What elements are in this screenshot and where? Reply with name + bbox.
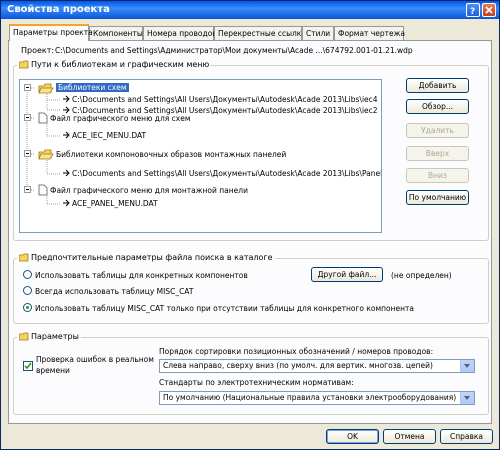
ok-button[interactable]: OK	[326, 429, 379, 444]
default-button[interactable]: По умолчанию	[406, 190, 469, 205]
libraries-group-header: Пути к библиотекам и графическим меню	[17, 60, 212, 69]
tab-project-settings[interactable]: Параметры проекта	[9, 24, 93, 41]
catalog-group-header: Предпочтительные параметры файла поиска …	[17, 253, 275, 262]
cancel-button[interactable]: Отмена	[383, 429, 436, 444]
sort-order-label: Порядок сортировки позиционных обозначен…	[159, 347, 434, 356]
folder-icon	[19, 60, 29, 69]
chevron-down-icon[interactable]	[460, 360, 474, 372]
tab-styles[interactable]: Стили	[302, 26, 334, 40]
tab-wire-numbers[interactable]: Номера проводов	[143, 26, 217, 40]
path-arrow-icon	[63, 95, 70, 103]
standards-value: По умолчанию (Национальные правила устан…	[163, 393, 457, 402]
collapse-toggle[interactable]	[24, 186, 31, 193]
add-button[interactable]: Добавить	[406, 78, 469, 93]
project-properties-dialog: Свойства проекта ? Параметры проекта Ком…	[0, 0, 500, 450]
standards-select[interactable]: По умолчанию (Национальные правила устан…	[159, 391, 475, 405]
browse-button[interactable]: Обзор...	[406, 99, 469, 114]
catalog-group-title: Предпочтительные параметры файла поиска …	[31, 253, 273, 262]
help-button[interactable]: Справка	[440, 429, 493, 444]
path-arrow-icon	[63, 169, 70, 177]
project-label: Проект:	[21, 46, 55, 55]
tree-node-file[interactable]: ACE_PANEL_MENU.DAT	[72, 198, 158, 209]
tree-node-file[interactable]: ACE_IEC_MENU.DAT	[72, 130, 146, 141]
collapse-toggle[interactable]	[24, 114, 31, 121]
tab-components[interactable]: Компоненты	[89, 26, 143, 40]
path-arrow-icon	[63, 131, 70, 139]
delete-button[interactable]: Удалить	[406, 123, 469, 138]
error-check-label-line1: Проверка ошибок в реальном	[36, 355, 154, 364]
close-title-button[interactable]	[482, 3, 496, 17]
close-icon	[485, 6, 493, 14]
radio-label: Использовать таблицу MISC_CAT только при…	[35, 304, 415, 313]
project-path: C:\Documents and Settings\Администратор\…	[55, 46, 413, 55]
folder-icon	[19, 253, 29, 262]
tab-cross-references[interactable]: Перекрестные ссылки	[214, 26, 306, 40]
path-arrow-icon	[63, 199, 70, 207]
other-file-status: (не определен)	[391, 271, 452, 280]
tree-node-path[interactable]: C:\Documents and Settings\All Users\Доку…	[72, 94, 378, 105]
tree-node-panel-menu[interactable]: Файл графического меню для монтажной пан…	[50, 185, 248, 196]
radio-specific-tables[interactable]	[23, 270, 32, 279]
radio-label: Использовать таблицы для конкретных комп…	[35, 271, 248, 280]
collapse-toggle[interactable]	[24, 150, 31, 157]
radio-label: Всегда использовать таблицу MISC_CAT	[35, 287, 194, 296]
other-file-button[interactable]: Другой файл...	[311, 267, 383, 282]
document-icon	[38, 112, 48, 124]
tree-node-panel-libraries[interactable]: Библиотеки компоновочных образов монтажн…	[56, 149, 286, 160]
document-icon	[38, 184, 48, 196]
question-icon: ?	[470, 7, 475, 14]
collapse-toggle[interactable]	[24, 84, 31, 91]
svg-text:?: ?	[470, 7, 475, 14]
tab-drawing-format[interactable]: Формат чертежа	[334, 26, 405, 40]
tree-node-schematic-menu[interactable]: Файл графического меню для схем	[50, 113, 190, 124]
title-bar[interactable]: Свойства проекта ?	[1, 1, 499, 19]
window-title: Свойства проекта	[7, 4, 110, 15]
error-check-checkbox[interactable]	[23, 361, 33, 371]
libraries-group-title: Пути к библиотекам и графическим меню	[31, 60, 210, 69]
folder-icon	[19, 332, 29, 341]
library-folder-icon	[38, 149, 54, 160]
parameters-group-title: Параметры	[31, 332, 79, 341]
library-tree[interactable]: Библиотеки схем C:\Documents and Setting…	[19, 79, 382, 233]
tree-node-schematic-libraries[interactable]: Библиотеки схем	[56, 82, 129, 93]
radio-misc-cat-fallback[interactable]	[23, 303, 32, 312]
radio-always-misc-cat[interactable]	[23, 286, 32, 295]
standards-label: Стандарты по электротехническим норматив…	[159, 378, 354, 387]
move-down-button[interactable]: Вниз	[406, 168, 469, 183]
chevron-down-icon[interactable]	[460, 392, 474, 404]
sort-order-value: Слева направо, сверху вниз (по умолч. дл…	[163, 361, 433, 370]
help-title-button[interactable]: ?	[466, 3, 480, 17]
checkmark-icon	[24, 362, 32, 370]
move-up-button[interactable]: Вверх	[406, 146, 469, 161]
sort-order-select[interactable]: Слева направо, сверху вниз (по умолч. дл…	[159, 359, 475, 373]
library-folder-icon	[38, 83, 54, 94]
parameters-group-header: Параметры	[17, 332, 81, 341]
tree-node-path[interactable]: C:\Documents and Settings\All Users\Доку…	[72, 168, 381, 179]
error-check-label-line2: времени	[36, 366, 70, 375]
